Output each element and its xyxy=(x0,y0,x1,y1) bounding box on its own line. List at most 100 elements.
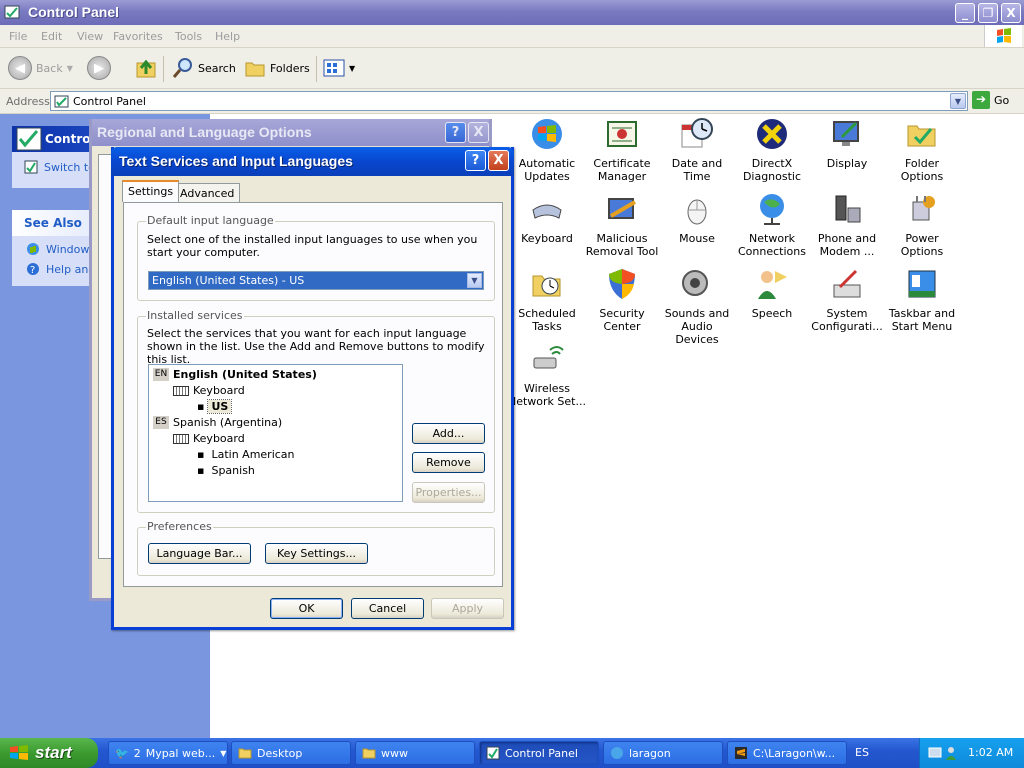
menu-favorites[interactable]: Favorites xyxy=(113,30,163,43)
user-tray-icon[interactable] xyxy=(944,745,958,761)
start-button[interactable]: start xyxy=(0,738,98,768)
address-field[interactable]: Control Panel ▼ xyxy=(50,91,968,111)
help-icon: ? xyxy=(27,263,39,276)
task-control-panel[interactable]: Control Panel xyxy=(479,741,599,765)
back-button[interactable]: ◀ Back ▼ xyxy=(8,54,73,82)
speaker-icon xyxy=(682,270,708,296)
mouse-icon xyxy=(687,199,707,225)
text-services-titlebar[interactable]: Text Services and Input Languages ? X xyxy=(111,147,514,176)
control-panel-icon xyxy=(16,127,42,151)
default-language-select[interactable]: English (United States) - US ▼ xyxy=(148,271,484,290)
go-button[interactable]: ➔ Go xyxy=(972,91,1009,109)
chevron-down-icon: ▼ xyxy=(220,748,227,758)
tree-layout-us[interactable]: ▪ US xyxy=(197,399,233,414)
ok-button[interactable]: OK xyxy=(270,598,343,619)
cp-item-mouse[interactable]: Mouse xyxy=(658,192,736,245)
cp-item-scheduled-tasks[interactable]: Scheduled Tasks xyxy=(508,267,586,333)
regional-dialog-titlebar[interactable]: Regional and Language Options ? X xyxy=(92,119,489,146)
keyboard-icon xyxy=(173,385,189,396)
forward-arrow-icon: ▶ xyxy=(87,56,111,80)
control-panel-icon xyxy=(4,5,20,19)
windows-update-icon xyxy=(27,243,39,255)
close-button[interactable]: X xyxy=(1001,3,1021,23)
directx-icon xyxy=(757,119,787,149)
menu-edit[interactable]: Edit xyxy=(41,30,62,43)
task-laragon-path[interactable]: C:\Laragon\w... xyxy=(727,741,847,765)
search-button[interactable]: Search xyxy=(172,54,236,82)
see-also-windows-update[interactable]: Windows xyxy=(26,242,95,256)
cancel-button[interactable]: Cancel xyxy=(351,598,424,619)
cp-item-malicious-removal-tool[interactable]: Malicious Removal Tool xyxy=(583,192,661,258)
cp-item-speech[interactable]: Speech xyxy=(733,267,811,320)
cp-item-directx-diagnostic[interactable]: DirectX Diagnostic xyxy=(733,117,811,183)
installed-services-tree[interactable]: EN English (United States) Keyboard ▪ US… xyxy=(148,364,403,502)
chevron-down-icon: ▼ xyxy=(349,63,356,73)
cp-item-system-configuration[interactable]: System Configurati... xyxy=(808,267,886,333)
toolbar: ◀ Back ▼ ▶ Search Folders ▼ xyxy=(0,48,1024,89)
cp-item-display[interactable]: Display xyxy=(808,117,886,170)
cp-item-folder-options[interactable]: Folder Options xyxy=(883,117,961,183)
tab-advanced[interactable]: Advanced xyxy=(174,183,241,203)
task-laragon[interactable]: laragon xyxy=(603,741,723,765)
search-icon xyxy=(172,58,192,78)
menu-help[interactable]: Help xyxy=(215,30,240,43)
cp-item-automatic-updates[interactable]: Automatic Updates xyxy=(508,117,586,183)
help-button[interactable]: ? xyxy=(465,150,486,171)
menu-file[interactable]: File xyxy=(9,30,27,43)
cp-item-date-time[interactable]: Date and Time xyxy=(658,117,736,183)
task-mypal[interactable]: 🐦 2 Mypal web... ▼ xyxy=(108,741,228,765)
menu-view[interactable]: View xyxy=(77,30,103,43)
control-panel-titlebar[interactable]: Control Panel _ ❐ X xyxy=(0,0,1024,25)
cp-item-taskbar-start-menu[interactable]: Taskbar and Start Menu xyxy=(883,267,961,333)
tree-language-es[interactable]: ES Spanish (Argentina) xyxy=(153,416,282,429)
tree-layout-spanish[interactable]: ▪ Spanish xyxy=(197,464,255,477)
wireless-icon xyxy=(533,346,564,369)
address-dropdown-button[interactable]: ▼ xyxy=(950,93,966,109)
tree-layout-latin-american[interactable]: ▪ Latin American xyxy=(197,448,295,461)
cp-item-certificate-manager[interactable]: Certificate Manager xyxy=(583,117,661,183)
cp-item-security-center[interactable]: Security Center xyxy=(583,267,661,333)
tree-language-en[interactable]: EN English (United States) xyxy=(153,368,317,381)
add-button[interactable]: Add... xyxy=(412,423,485,444)
svg-text:?: ? xyxy=(30,265,35,276)
apply-button[interactable]: Apply xyxy=(431,598,504,619)
chevron-down-icon[interactable]: ▼ xyxy=(467,273,482,288)
folder-options-icon xyxy=(907,125,936,147)
up-folder-button[interactable] xyxy=(135,54,159,82)
cp-item-wireless-network[interactable]: Wireless Network Set... xyxy=(508,342,586,408)
chevron-down-icon: ▼ xyxy=(66,63,73,73)
folders-button[interactable]: Folders xyxy=(244,54,310,82)
shield-icon xyxy=(609,269,635,299)
cp-item-power-options[interactable]: Power Options xyxy=(883,192,961,258)
network-tray-icon[interactable] xyxy=(928,746,942,760)
task-www[interactable]: www xyxy=(355,741,475,765)
tree-keyboard-es[interactable]: Keyboard xyxy=(173,432,245,445)
tree-keyboard-en[interactable]: Keyboard xyxy=(173,384,245,397)
language-indicator[interactable]: ES xyxy=(852,744,872,762)
views-button[interactable]: ▼ xyxy=(323,54,355,82)
cp-item-phone-modem[interactable]: Phone and Modem ... xyxy=(808,192,886,258)
key-settings-button[interactable]: Key Settings... xyxy=(265,543,368,564)
language-bar-button[interactable]: Language Bar... xyxy=(148,543,251,564)
cp-item-sounds-audio[interactable]: Sounds and Audio Devices xyxy=(658,267,736,346)
forward-button[interactable]: ▶ xyxy=(87,54,111,82)
menu-tools[interactable]: Tools xyxy=(175,30,202,43)
dialog-close-button[interactable]: X xyxy=(488,150,509,171)
regional-close-button[interactable]: X xyxy=(468,122,489,143)
switch-view-link[interactable]: Switch to xyxy=(24,160,95,174)
restore-button[interactable]: ❐ xyxy=(978,3,998,23)
remove-button[interactable]: Remove xyxy=(412,452,485,473)
clock[interactable]: 1:02 AM xyxy=(968,746,1013,759)
settings-panel: Default input language Select one of the… xyxy=(123,202,503,587)
see-also-help[interactable]: ? Help and xyxy=(26,262,95,276)
properties-button[interactable]: Properties... xyxy=(412,482,485,503)
minimize-button[interactable]: _ xyxy=(955,3,975,23)
installed-services-description: Select the services that you want for ea… xyxy=(147,327,485,366)
regional-help-button[interactable]: ? xyxy=(445,122,466,143)
cp-item-keyboard[interactable]: Keyboard xyxy=(508,192,586,245)
preferences-group-title: Preferences xyxy=(146,520,213,533)
cp-item-network-connections[interactable]: Network Connections xyxy=(733,192,811,258)
default-input-group: Default input language Select one of the… xyxy=(137,214,495,301)
tab-settings[interactable]: Settings xyxy=(122,180,180,202)
task-desktop[interactable]: Desktop xyxy=(231,741,351,765)
